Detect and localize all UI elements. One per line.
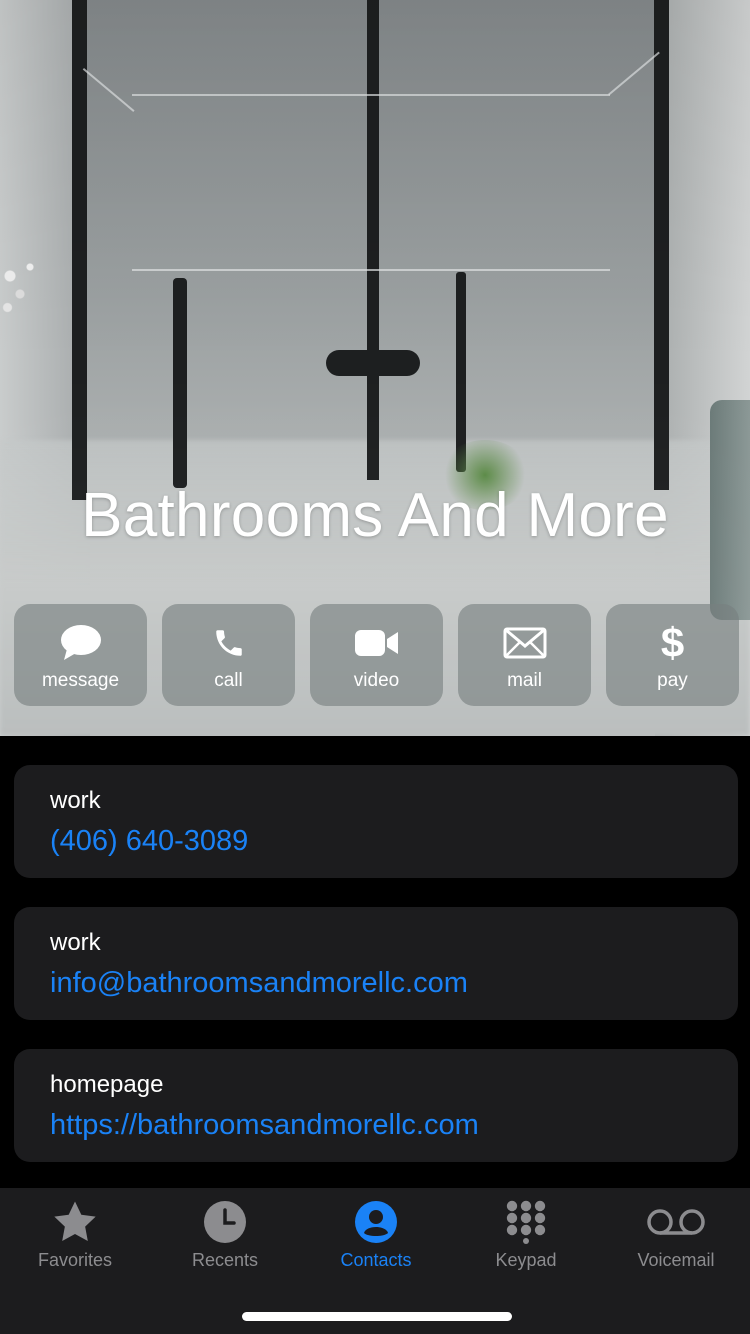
pay-button[interactable]: $ pay <box>606 604 739 706</box>
home-indicator[interactable] <box>242 1312 512 1321</box>
tab-voicemail[interactable]: Voicemail <box>601 1188 750 1288</box>
phone-icon <box>212 624 246 662</box>
message-bubble-icon <box>60 624 102 662</box>
email-card: work info@bathroomsandmorellc.com <box>14 907 738 1020</box>
tab-contacts-label: Contacts <box>340 1250 412 1270</box>
clock-icon <box>150 1200 300 1244</box>
video-label: video <box>353 670 400 691</box>
homepage-field-label: homepage <box>50 1071 164 1098</box>
message-label: message <box>41 670 120 691</box>
tab-favorites-label: Favorites <box>37 1250 113 1270</box>
message-button[interactable]: message <box>14 604 147 706</box>
email-field-label: work <box>50 929 101 956</box>
email-link[interactable]: info@bathroomsandmorellc.com <box>50 967 468 1000</box>
call-button[interactable]: call <box>162 604 295 706</box>
dollar-glyph: $ <box>660 619 685 666</box>
pay-label: pay <box>657 670 688 691</box>
video-button[interactable]: video <box>310 604 443 706</box>
star-icon <box>0 1200 150 1244</box>
tab-contacts[interactable]: Contacts <box>301 1188 451 1288</box>
homepage-link[interactable]: https://bathroomsandmorellc.com <box>50 1109 479 1142</box>
phone-field-label: work <box>50 787 101 814</box>
phone-number-link[interactable]: (406) 640-3089 <box>50 825 248 858</box>
tab-recents-label: Recents <box>191 1250 259 1270</box>
contact-name: Bathrooms And More <box>81 481 669 550</box>
tab-keypad[interactable]: Keypad <box>451 1188 601 1288</box>
mail-button[interactable]: mail <box>458 604 591 706</box>
action-buttons: message call video mail $ pay <box>14 604 740 706</box>
tab-recents[interactable]: Recents <box>150 1188 300 1288</box>
tab-keypad-label: Keypad <box>495 1250 557 1270</box>
tab-favorites[interactable]: Favorites <box>0 1188 150 1288</box>
phone-card: work (406) 640-3089 <box>14 765 738 878</box>
tab-voicemail-label: Voicemail <box>637 1250 715 1270</box>
dollar-icon: $ <box>660 619 685 666</box>
envelope-icon <box>503 624 547 662</box>
call-label: call <box>214 670 243 691</box>
voicemail-icon <box>601 1200 750 1244</box>
keypad-grid-icon <box>451 1200 601 1244</box>
person-circle-icon <box>301 1200 451 1244</box>
video-camera-icon <box>354 624 400 662</box>
homepage-card: homepage https://bathroomsandmorellc.com <box>14 1049 738 1162</box>
mail-label: mail <box>507 670 542 691</box>
